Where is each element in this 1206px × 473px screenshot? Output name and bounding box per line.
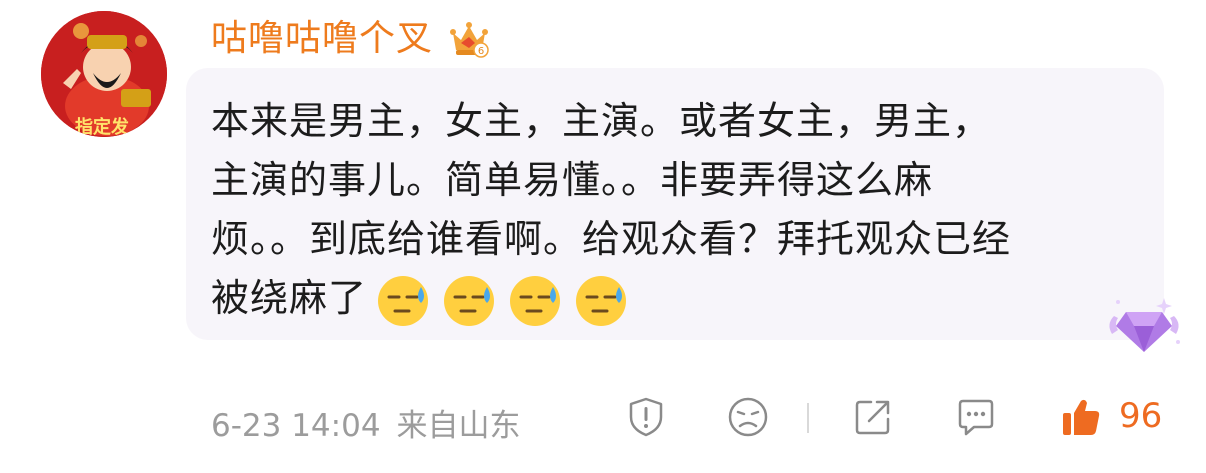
avatar-image: 指定发 — [41, 11, 167, 137]
sweat-emoji — [576, 275, 627, 326]
comment-footer: 6-23 14:04 来自山东 96 — [211, 395, 1201, 445]
sweat-emoji — [378, 275, 429, 326]
username[interactable]: 咕噜咕噜个叉 — [211, 21, 433, 57]
comment-line-3: 烦。。到底给谁看啊。给观众看？拜托观众已经 — [211, 217, 1012, 261]
crown-level: 6 — [478, 46, 484, 57]
like-count: 96 — [1119, 396, 1163, 436]
reply-icon[interactable] — [954, 395, 998, 439]
comment-line-2: 主演的事儿。简单易懂。。非要弄得这么麻 — [211, 158, 934, 202]
comment-meta: 6-23 14:04 来自山东 — [211, 400, 521, 445]
footer-divider — [807, 403, 809, 433]
thumbs-up-icon[interactable] — [1059, 395, 1103, 439]
comment-line-4-text: 被绕麻了 — [211, 276, 368, 320]
sweat-emoji — [444, 275, 495, 326]
avatar-caption: 指定发 — [75, 116, 130, 137]
report-icon[interactable] — [624, 395, 668, 439]
sweat-emoji — [510, 275, 561, 326]
dislike-face-icon[interactable] — [726, 395, 770, 439]
diamond-badge-icon[interactable] — [1104, 294, 1184, 358]
comment-date: 6-23 14:04 — [211, 408, 381, 444]
emoji-group — [375, 273, 629, 329]
crown-badge-icon[interactable]: 6 — [447, 17, 491, 61]
comment-location: 来自山东 — [396, 408, 521, 444]
comment-text: 本来是男主，女主，主演。或者女主，男主， 主演的事儿。简单易懂。。非要弄得这么麻… — [211, 92, 1151, 329]
comment-line-1: 本来是男主，女主，主演。或者女主，男主， — [211, 99, 992, 143]
avatar[interactable]: 指定发 — [41, 11, 167, 137]
share-icon[interactable] — [851, 395, 895, 439]
username-row: 咕噜咕噜个叉 6 — [211, 14, 491, 64]
comment-line-4: 被绕麻了 — [211, 269, 1151, 329]
